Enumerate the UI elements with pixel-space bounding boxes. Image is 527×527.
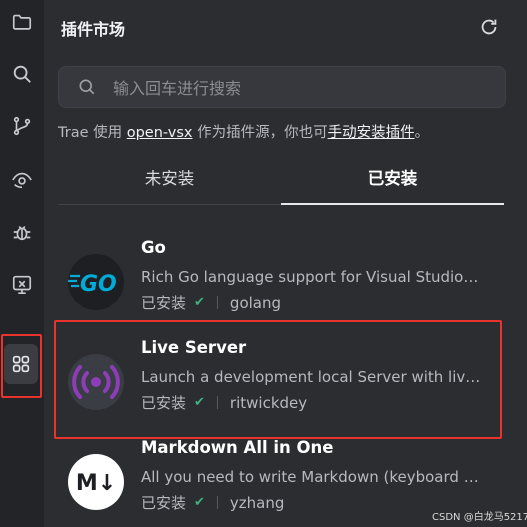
notice-text: 作为插件源，你也可 <box>192 125 328 141</box>
source-control-icon[interactable] <box>0 106 44 146</box>
publisher-name: yzhang <box>229 493 285 512</box>
source-notice: Trae 使用 open-vsx 作为插件源，你也可手动安装插件。 <box>58 121 429 142</box>
extensions-marketplace-panel: 插件市场 Trae 使用 open-vsx 作为插件源，你也可手动安装插件。 未… <box>44 0 527 527</box>
notice-text: 。 <box>414 125 430 141</box>
divider <box>216 496 218 509</box>
publisher-name: ritwickdey <box>229 393 308 412</box>
tab-installed[interactable]: 已安装 <box>281 164 504 204</box>
watermark: CSDN @白龙马5217 <box>432 512 527 523</box>
install-status: 已安装 <box>141 494 187 512</box>
refresh-icon[interactable] <box>478 16 500 38</box>
manual-install-link[interactable]: 手动安装插件 <box>328 125 415 141</box>
extension-name: Markdown All in One <box>141 438 334 457</box>
divider <box>216 396 218 409</box>
publisher-name: golang <box>229 293 282 312</box>
extension-meta: 已安装 ✔ ritwickdey <box>141 392 307 413</box>
extension-meta: 已安装 ✔ golang <box>141 292 281 313</box>
extension-name: Go <box>141 238 166 257</box>
remote-explorer-icon[interactable] <box>0 264 44 304</box>
search-box[interactable] <box>58 66 506 108</box>
check-icon: ✔ <box>194 395 205 410</box>
activity-bar <box>0 0 44 527</box>
extension-name: Live Server <box>141 338 247 357</box>
extension-description: All you need to write Markdown (keyboard… <box>141 468 481 486</box>
markdown-logo-icon: M↓ <box>68 454 124 510</box>
check-icon: ✔ <box>194 495 205 510</box>
folder-icon[interactable] <box>0 2 44 42</box>
extension-item-live-server[interactable]: Live Server Launch a development local S… <box>58 330 504 426</box>
svg-text:GO: GO <box>80 272 117 297</box>
notice-text: Trae 使用 <box>58 125 127 141</box>
open-vsx-link[interactable]: open-vsx <box>127 125 193 141</box>
extensions-icon[interactable] <box>4 344 38 384</box>
install-status: 已安装 <box>141 294 187 312</box>
tab-uninstalled[interactable]: 未安装 <box>58 164 281 204</box>
live-server-logo-icon <box>68 354 124 410</box>
extension-item-go[interactable]: GO Go Rich Go language support for Visua… <box>58 230 504 326</box>
check-icon: ✔ <box>194 295 205 310</box>
svg-text:M↓: M↓ <box>76 471 116 496</box>
search-input[interactable] <box>111 73 495 103</box>
bug-icon[interactable] <box>0 212 44 252</box>
panel-title: 插件市场 <box>61 20 126 39</box>
go-logo-icon: GO <box>68 254 124 310</box>
install-status: 已安装 <box>141 394 187 412</box>
extension-description: Launch a development local Server with l… <box>141 368 481 386</box>
tab-bar: 未安装 已安装 <box>58 164 504 206</box>
divider <box>216 296 218 309</box>
search-icon <box>79 79 95 95</box>
extension-meta: 已安装 ✔ yzhang <box>141 492 284 513</box>
eye-icon[interactable] <box>0 160 44 200</box>
extension-description: Rich Go language support for Visual Stud… <box>141 268 481 286</box>
search-icon[interactable] <box>0 54 44 94</box>
active-tab-indicator <box>281 203 504 205</box>
